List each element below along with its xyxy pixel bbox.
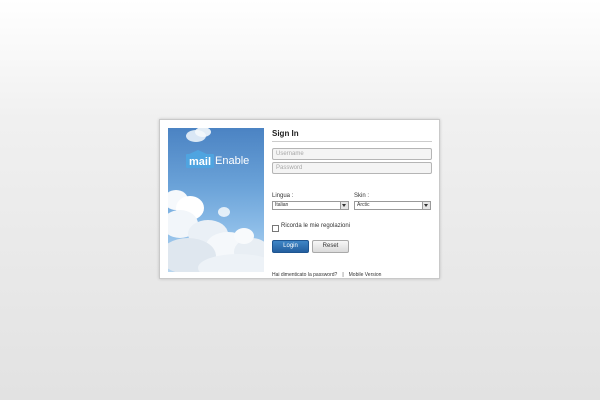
forgot-password-link[interactable]: Hai dimenticato la password?: [272, 272, 337, 278]
language-select-value: Italian: [275, 202, 289, 208]
footer-links: Hai dimenticato la password? | Mobile Vers…: [272, 272, 381, 278]
logo-mail-text: mail: [186, 150, 215, 168]
password-field[interactable]: Password: [272, 162, 432, 174]
reset-button[interactable]: Reset: [312, 240, 349, 253]
remember-checkbox[interactable]: [272, 225, 279, 232]
sky-banner-image: mail Enable: [168, 128, 264, 272]
logo-enable-text: Enable: [215, 155, 250, 167]
language-select[interactable]: Italian: [272, 201, 349, 210]
login-card: mail Enable Sign In Username Password Li…: [159, 119, 440, 279]
skin-select-value: Arctic: [357, 202, 370, 208]
mobile-version-link[interactable]: Mobile Version: [349, 272, 382, 278]
footer-separator: |: [342, 272, 344, 278]
skin-label: Skin :: [354, 193, 370, 199]
mailenable-logo: mail Enable: [186, 150, 250, 169]
sign-in-title: Sign In: [272, 128, 432, 142]
chevron-down-icon: [340, 202, 348, 209]
clouds-graphic: [168, 128, 264, 272]
chevron-down-icon: [422, 202, 430, 209]
login-button[interactable]: Login: [272, 240, 309, 253]
username-field[interactable]: Username: [272, 148, 432, 160]
skin-select[interactable]: Arctic: [354, 201, 431, 210]
remember-label[interactable]: Ricorda le mie regolazioni: [281, 223, 350, 229]
sign-in-form: Sign In Username Password Lingua : Skin …: [272, 128, 432, 278]
language-label: Lingua :: [272, 193, 294, 199]
